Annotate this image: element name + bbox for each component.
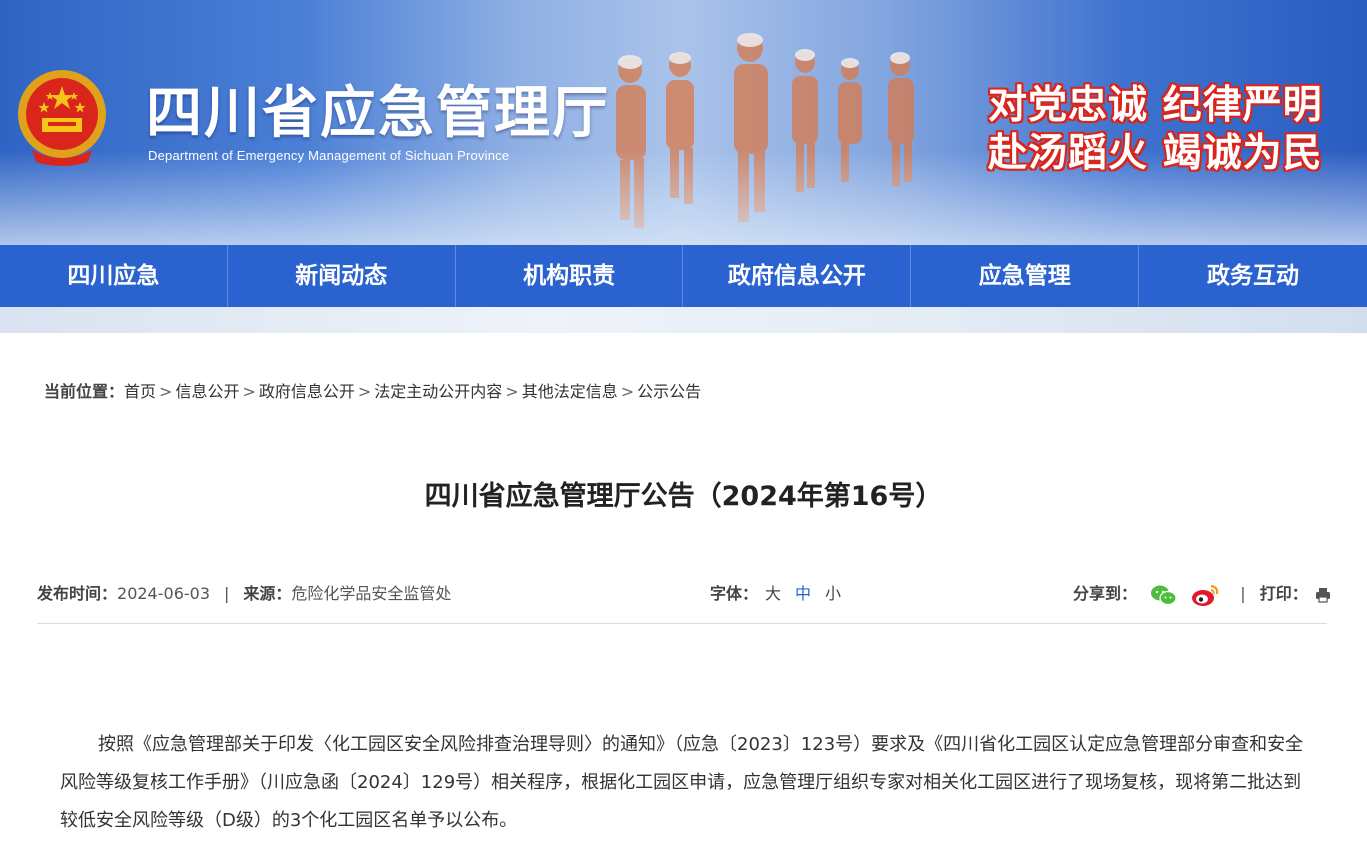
breadcrumb-other-info[interactable]: 其他法定信息 xyxy=(522,382,618,401)
slogan-line-2: 赴汤蹈火 竭诚为民 xyxy=(988,131,1323,176)
nav-item-interaction[interactable]: 政务互动 xyxy=(1139,245,1367,307)
breadcrumb-separator: > xyxy=(357,382,372,401)
nav-bottom-strip xyxy=(0,307,1367,333)
weibo-icon[interactable] xyxy=(1191,583,1221,607)
breadcrumb-separator: > xyxy=(242,382,256,401)
printer-icon[interactable] xyxy=(1315,587,1331,603)
breadcrumb-notices[interactable]: 公示公告 xyxy=(637,382,701,401)
nav-item-sichuan-emergency[interactable]: 四川应急 xyxy=(0,245,228,307)
meta-divider: | xyxy=(224,584,230,603)
font-size-controls: 字体： 大中小 xyxy=(710,580,848,604)
font-size-small[interactable]: 小 xyxy=(825,584,841,603)
breadcrumb-home[interactable]: 首页 xyxy=(124,382,156,401)
publish-date-label: 发布时间： xyxy=(37,584,118,603)
breadcrumb-info-open[interactable]: 信息公开 xyxy=(175,382,239,401)
article-title: 四川省应急管理厅公告（2024年第16号） xyxy=(424,481,943,512)
breadcrumb-label: 当前位置： xyxy=(44,382,125,401)
font-size-large[interactable]: 大 xyxy=(765,584,781,603)
nav-item-org-duties[interactable]: 机构职责 xyxy=(456,245,684,307)
header-banner: 四川省应急管理厅 Department of Emergency Managem… xyxy=(0,0,1367,245)
breadcrumb-separator: > xyxy=(505,382,519,401)
national-emblem-icon xyxy=(18,70,106,166)
meta-divider: | xyxy=(1240,584,1246,603)
print-label: 打印： xyxy=(1259,584,1308,603)
article-meta-left: 发布时间：2024-06-03 | 来源：危险化学品安全监管处 xyxy=(37,580,451,604)
site-subtitle: Department of Emergency Management of Si… xyxy=(148,148,510,163)
share-print-controls: 分享到： | 打印： xyxy=(1073,580,1331,607)
font-size-medium[interactable]: 中 xyxy=(795,584,811,603)
meta-divider-line xyxy=(37,623,1327,624)
article-body: 按照《应急管理部关于印发〈化工园区安全风险排查治理导则〉的通知》（应急〔2023… xyxy=(60,734,1304,831)
nav-item-news[interactable]: 新闻动态 xyxy=(228,245,456,307)
breadcrumb-gov-info[interactable]: 政府信息公开 xyxy=(259,382,355,401)
publish-date: 2024-06-03 xyxy=(117,584,210,603)
source-value: 危险化学品安全监管处 xyxy=(291,584,452,603)
breadcrumb: 当前位置：首页 > 信息公开 > 政府信息公开 > 法定主动公开内容 > 其他法定信息 > 公示公告 xyxy=(44,378,701,402)
nav-item-gov-info[interactable]: 政府信息公开 xyxy=(683,245,912,307)
share-label: 分享到： xyxy=(1073,584,1138,603)
main-nav: 四川应急 新闻动态 机构职责 政府信息公开 应急管理 政务互动 xyxy=(0,245,1367,307)
font-size-label: 字体： xyxy=(710,584,759,603)
nav-item-emergency-mgmt[interactable]: 应急管理 xyxy=(911,245,1140,307)
site-title: 四川省应急管理厅 xyxy=(146,81,610,146)
wechat-icon[interactable] xyxy=(1150,584,1178,606)
source-label: 来源： xyxy=(243,584,292,603)
breadcrumb-separator: > xyxy=(159,382,173,401)
breadcrumb-statutory[interactable]: 法定主动公开内容 xyxy=(374,382,502,401)
breadcrumb-separator: > xyxy=(620,382,635,401)
